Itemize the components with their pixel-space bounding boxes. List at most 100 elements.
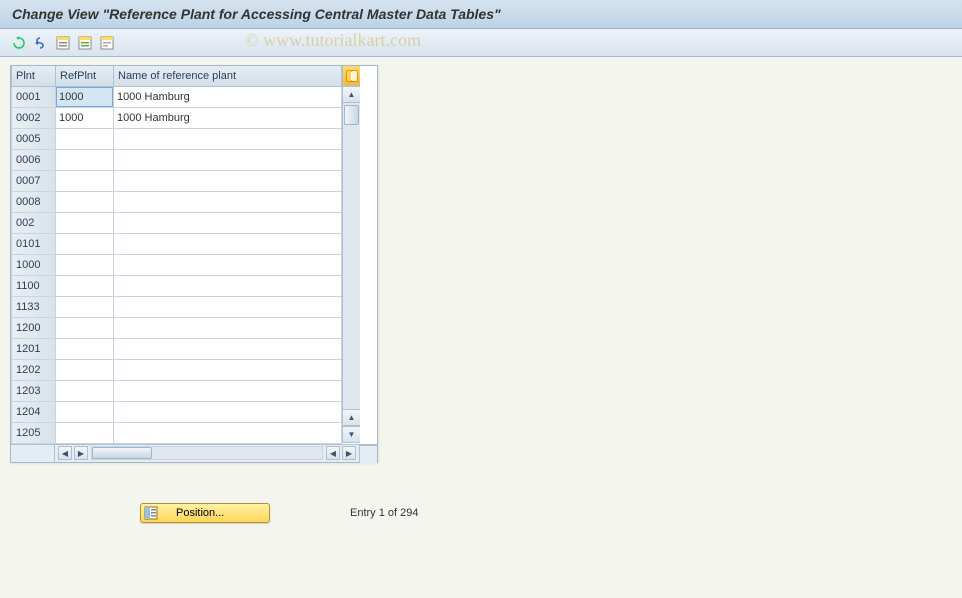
- refplnt-input[interactable]: [56, 234, 113, 254]
- hscroll-track[interactable]: [91, 446, 323, 460]
- column-header-plnt[interactable]: Plnt: [12, 66, 56, 86]
- refplnt-input[interactable]: [56, 423, 113, 443]
- plnt-cell[interactable]: 1202: [12, 359, 56, 380]
- scroll-up2-icon[interactable]: ▲: [343, 409, 360, 426]
- scroll-down-icon[interactable]: ▼: [343, 426, 360, 443]
- refname-input[interactable]: [114, 213, 341, 233]
- refplnt-input[interactable]: [56, 171, 113, 191]
- refplnt-input[interactable]: [56, 150, 113, 170]
- table-container: Plnt RefPlnt Name of reference plant 000…: [10, 65, 378, 463]
- table-row[interactable]: 1202: [12, 359, 342, 380]
- plnt-cell[interactable]: 1133: [12, 296, 56, 317]
- plnt-cell[interactable]: 1000: [12, 254, 56, 275]
- deselect-icon[interactable]: [98, 34, 116, 52]
- column-header-refplnt[interactable]: RefPlnt: [56, 66, 114, 86]
- refplnt-input[interactable]: [56, 318, 113, 338]
- scroll-up-icon[interactable]: ▲: [343, 86, 360, 103]
- scroll-corner: [359, 445, 377, 463]
- plnt-cell[interactable]: 0002: [12, 107, 56, 128]
- refname-input[interactable]: [114, 129, 341, 149]
- refname-input[interactable]: [114, 171, 341, 191]
- plnt-cell[interactable]: 1203: [12, 380, 56, 401]
- plnt-cell[interactable]: 0007: [12, 170, 56, 191]
- plnt-cell[interactable]: 0101: [12, 233, 56, 254]
- entry-status: Entry 1 of 294: [350, 507, 419, 519]
- refplnt-input[interactable]: [56, 381, 113, 401]
- hscroll-thumb[interactable]: [92, 447, 152, 459]
- hscroll-left-icon[interactable]: ◀: [58, 446, 72, 460]
- hscroll-right2-icon[interactable]: ▶: [342, 446, 356, 460]
- plnt-cell[interactable]: 1205: [12, 422, 56, 443]
- position-button-label: Position...: [176, 507, 224, 519]
- table-row[interactable]: 1204: [12, 401, 342, 422]
- table-row[interactable]: 1203: [12, 380, 342, 401]
- select-all-icon[interactable]: [54, 34, 72, 52]
- position-button[interactable]: Position...: [140, 503, 270, 523]
- page-title: Change View "Reference Plant for Accessi…: [12, 6, 501, 22]
- refname-input[interactable]: [114, 255, 341, 275]
- table-row[interactable]: 0002: [12, 107, 342, 128]
- table-config-icon[interactable]: [342, 66, 360, 86]
- refname-input[interactable]: [114, 297, 341, 317]
- table-row[interactable]: 1100: [12, 275, 342, 296]
- refplnt-input[interactable]: [56, 108, 113, 128]
- column-header-name[interactable]: Name of reference plant: [114, 66, 342, 86]
- refname-input[interactable]: [114, 108, 341, 128]
- refplnt-input[interactable]: [56, 129, 113, 149]
- refname-input[interactable]: [114, 87, 341, 107]
- table-row[interactable]: 0006: [12, 149, 342, 170]
- hscroll-right-icon[interactable]: ▶: [74, 446, 88, 460]
- plnt-cell[interactable]: 1204: [12, 401, 56, 422]
- refplnt-input[interactable]: [56, 402, 113, 422]
- refplnt-input[interactable]: [56, 213, 113, 233]
- table-row[interactable]: 0007: [12, 170, 342, 191]
- refplnt-input[interactable]: [56, 192, 113, 212]
- footer: Position... Entry 1 of 294: [0, 503, 962, 523]
- table-row[interactable]: 1133: [12, 296, 342, 317]
- refname-input[interactable]: [114, 150, 341, 170]
- refplnt-input[interactable]: [56, 255, 113, 275]
- plnt-cell[interactable]: 0006: [12, 149, 56, 170]
- plnt-cell[interactable]: 0005: [12, 128, 56, 149]
- refname-input[interactable]: [114, 360, 341, 380]
- table-row[interactable]: 1201: [12, 338, 342, 359]
- table-row[interactable]: 0005: [12, 128, 342, 149]
- refname-input[interactable]: [114, 192, 341, 212]
- refplnt-input[interactable]: [56, 297, 113, 317]
- plnt-cell[interactable]: 1201: [12, 338, 56, 359]
- table-row[interactable]: 1000: [12, 254, 342, 275]
- plnt-cell[interactable]: 1200: [12, 317, 56, 338]
- scroll-thumb-vertical[interactable]: [344, 105, 359, 125]
- refplnt-input[interactable]: [56, 360, 113, 380]
- save-icon[interactable]: [76, 34, 94, 52]
- page-title-bar: Change View "Reference Plant for Accessi…: [0, 0, 962, 29]
- refname-input[interactable]: [114, 234, 341, 254]
- table-row[interactable]: 002: [12, 212, 342, 233]
- change-icon[interactable]: [32, 34, 50, 52]
- plnt-cell[interactable]: 1100: [12, 275, 56, 296]
- plnt-cell[interactable]: 002: [12, 212, 56, 233]
- refname-input[interactable]: [114, 318, 341, 338]
- refname-input[interactable]: [114, 381, 341, 401]
- scroll-track-vertical[interactable]: [343, 103, 360, 409]
- hscroll-left2-icon[interactable]: ◀: [326, 446, 340, 460]
- refname-input[interactable]: [114, 276, 341, 296]
- horizontal-scroll: ◀ ▶ ◀ ▶: [11, 444, 377, 462]
- plnt-cell[interactable]: 0001: [12, 86, 56, 107]
- table-row[interactable]: 0101: [12, 233, 342, 254]
- data-table: Plnt RefPlnt Name of reference plant 000…: [11, 66, 342, 444]
- plnt-cell[interactable]: 0008: [12, 191, 56, 212]
- table-row[interactable]: 0001: [12, 86, 342, 107]
- vertical-scroll-area: ▲ ▲ ▼: [342, 66, 360, 444]
- table-row[interactable]: 0008: [12, 191, 342, 212]
- refplnt-input[interactable]: [56, 276, 113, 296]
- refplnt-input[interactable]: [56, 87, 113, 107]
- refname-input[interactable]: [114, 423, 341, 443]
- table-row[interactable]: 1200: [12, 317, 342, 338]
- refname-input[interactable]: [114, 339, 341, 359]
- refplnt-input[interactable]: [56, 339, 113, 359]
- undo-icon[interactable]: [10, 34, 28, 52]
- refname-input[interactable]: [114, 402, 341, 422]
- table-row[interactable]: 1205: [12, 422, 342, 443]
- position-icon: [144, 506, 158, 520]
